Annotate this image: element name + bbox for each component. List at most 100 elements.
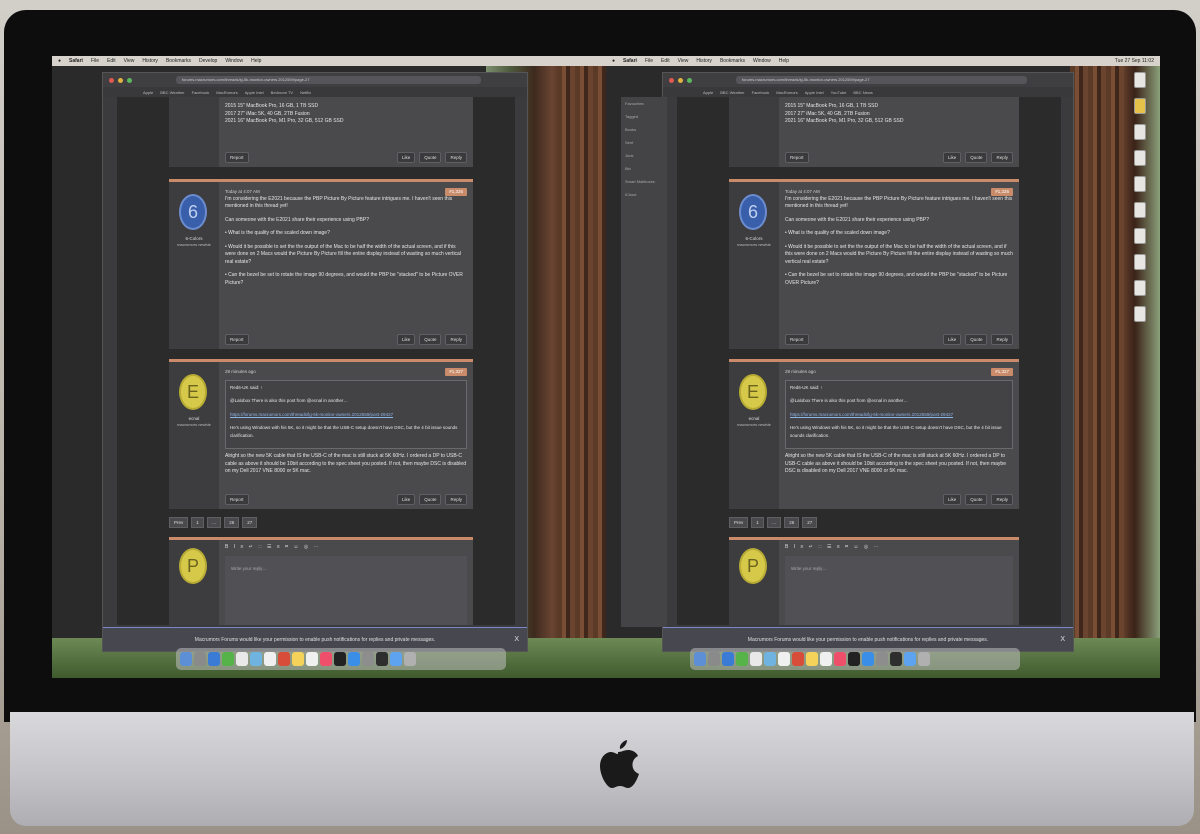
minimize-window-button[interactable] xyxy=(678,77,683,83)
sidebar-item[interactable]: Favourites xyxy=(625,101,663,106)
reply-button[interactable]: Reply xyxy=(991,152,1013,163)
pager-page[interactable]: 27 xyxy=(802,517,818,528)
username[interactable]: 6-Colors macrumors newbie xyxy=(171,236,217,248)
pager-prev[interactable]: Prev xyxy=(169,517,189,528)
avatar[interactable]: 6 xyxy=(739,194,767,230)
menu-item[interactable]: Edit xyxy=(661,58,670,64)
report-button[interactable]: Report xyxy=(225,494,249,505)
pager-page[interactable]: 27 xyxy=(242,517,258,528)
bookmark-item[interactable]: BBC Weather xyxy=(720,90,744,95)
like-button[interactable]: Like xyxy=(396,152,416,163)
post-timestamp[interactable]: 28 minutes ago xyxy=(225,368,256,376)
avatar[interactable]: 6 xyxy=(179,194,207,230)
like-button[interactable]: Like xyxy=(942,152,962,163)
safari-icon[interactable] xyxy=(722,652,734,666)
sidebar-item[interactable]: Bin xyxy=(625,166,663,171)
sidebar-item[interactable]: Junk xyxy=(625,153,663,158)
reminders-icon[interactable] xyxy=(820,652,832,666)
apple-menu-icon[interactable]: ● xyxy=(58,58,61,64)
reply-button[interactable]: Reply xyxy=(991,334,1013,345)
username[interactable]: ecnal macrumors newbie xyxy=(171,416,217,428)
document-icon[interactable] xyxy=(1134,202,1146,218)
quote-button[interactable]: Quote xyxy=(419,334,442,345)
app-store-icon[interactable] xyxy=(348,652,360,666)
menu-item[interactable]: Window xyxy=(225,58,243,64)
terminal-icon[interactable] xyxy=(376,652,388,666)
reply-textarea[interactable]: Write your reply… xyxy=(225,556,467,625)
downloads-icon[interactable] xyxy=(904,652,916,666)
avatar[interactable]: E xyxy=(739,374,767,410)
menu-item[interactable]: History xyxy=(142,58,158,64)
pager-page[interactable]: 1 xyxy=(751,517,764,528)
pager-page[interactable]: 26 xyxy=(224,517,240,528)
apple-menu-icon[interactable]: ● xyxy=(612,58,615,64)
username-text[interactable]: 6-Colors xyxy=(185,236,202,241)
quote-header[interactable]: Red6-UK said: ↑ xyxy=(790,384,1008,392)
like-button[interactable]: Like xyxy=(942,494,962,505)
zoom-window-button[interactable] xyxy=(127,77,132,83)
notes-icon[interactable] xyxy=(806,652,818,666)
post-number[interactable]: #1,326 xyxy=(991,188,1013,196)
finder-icon[interactable] xyxy=(180,652,192,666)
sidebar-item[interactable]: Smart Mailboxes xyxy=(625,179,663,184)
menu-item[interactable]: File xyxy=(91,58,99,64)
maps-icon[interactable] xyxy=(250,652,262,666)
close-icon[interactable]: X xyxy=(1060,636,1065,643)
pager-page[interactable]: 26 xyxy=(784,517,800,528)
editor-toolbar[interactable]: B I ≡ ↵ ∷ ☰ ≡ ⌗ ☺ ◎ ⋯ xyxy=(785,544,1013,550)
app-store-icon[interactable] xyxy=(862,652,874,666)
reply-button[interactable]: Reply xyxy=(445,494,467,505)
menu-item[interactable]: View xyxy=(678,58,689,64)
like-button[interactable]: Like xyxy=(396,494,416,505)
quote-button[interactable]: Quote xyxy=(419,152,442,163)
maps-icon[interactable] xyxy=(764,652,776,666)
quote-button[interactable]: Quote xyxy=(965,152,988,163)
bookmark-item[interactable]: Netflix xyxy=(300,90,311,95)
tv-icon[interactable] xyxy=(848,652,860,666)
document-icon[interactable] xyxy=(1134,124,1146,140)
menu-item[interactable]: Help xyxy=(251,58,261,64)
system-preferences-icon[interactable] xyxy=(362,652,374,666)
avatar[interactable]: E xyxy=(179,374,207,410)
launchpad-icon[interactable] xyxy=(194,652,206,666)
terminal-icon[interactable] xyxy=(890,652,902,666)
quote-link[interactable]: https://forums.macrumors.com/threads/lg-… xyxy=(790,411,1008,419)
sidebar-item[interactable]: Tagged xyxy=(625,114,663,119)
trash-icon[interactable] xyxy=(404,652,416,666)
sidebar-item[interactable]: Sent xyxy=(625,140,663,145)
quote-link[interactable]: https://forums.macrumors.com/threads/lg-… xyxy=(230,411,462,419)
finder-icon[interactable] xyxy=(694,652,706,666)
document-icon[interactable] xyxy=(1134,72,1146,88)
photos-icon[interactable] xyxy=(264,652,276,666)
bookmark-item[interactable]: MacRumors xyxy=(776,90,798,95)
pager-prev[interactable]: Prev xyxy=(729,517,749,528)
post-timestamp[interactable]: Today at 4:07 AM xyxy=(785,188,820,196)
launchpad-icon[interactable] xyxy=(708,652,720,666)
menu-item[interactable]: View xyxy=(124,58,135,64)
sidebar-item[interactable]: iCloud xyxy=(625,192,663,197)
report-button[interactable]: Report xyxy=(785,152,809,163)
pager-ellipsis[interactable]: … xyxy=(766,517,782,528)
report-button[interactable]: Report xyxy=(225,334,249,345)
bookmark-item[interactable]: MacRumors xyxy=(216,90,238,95)
pager-page[interactable]: 1 xyxy=(191,517,204,528)
bookmark-item[interactable]: Bedroom TV xyxy=(271,90,293,95)
close-icon[interactable]: X xyxy=(514,636,519,643)
like-button[interactable]: Like xyxy=(942,334,962,345)
bookmark-item[interactable]: BBC Weather xyxy=(160,90,184,95)
safari-icon[interactable] xyxy=(208,652,220,666)
post-number[interactable]: #1,326 xyxy=(445,188,467,196)
photos-icon[interactable] xyxy=(778,652,790,666)
music-icon[interactable] xyxy=(320,652,332,666)
calendar-icon[interactable] xyxy=(792,652,804,666)
quote-header[interactable]: Red6-UK said: ↑ xyxy=(230,384,462,392)
downloads-icon[interactable] xyxy=(390,652,402,666)
menu-clock[interactable]: Tue 27 Sep 11:02 xyxy=(1115,58,1154,64)
sidebar-item[interactable]: Books xyxy=(625,127,663,132)
username[interactable]: 6-Colors macrumors newbie xyxy=(731,236,777,248)
notes-icon[interactable] xyxy=(292,652,304,666)
username-text[interactable]: ecnal xyxy=(189,416,200,421)
report-button[interactable]: Report xyxy=(785,334,809,345)
document-icon[interactable] xyxy=(1134,306,1146,322)
reply-textarea[interactable]: Write your reply… xyxy=(785,556,1013,625)
